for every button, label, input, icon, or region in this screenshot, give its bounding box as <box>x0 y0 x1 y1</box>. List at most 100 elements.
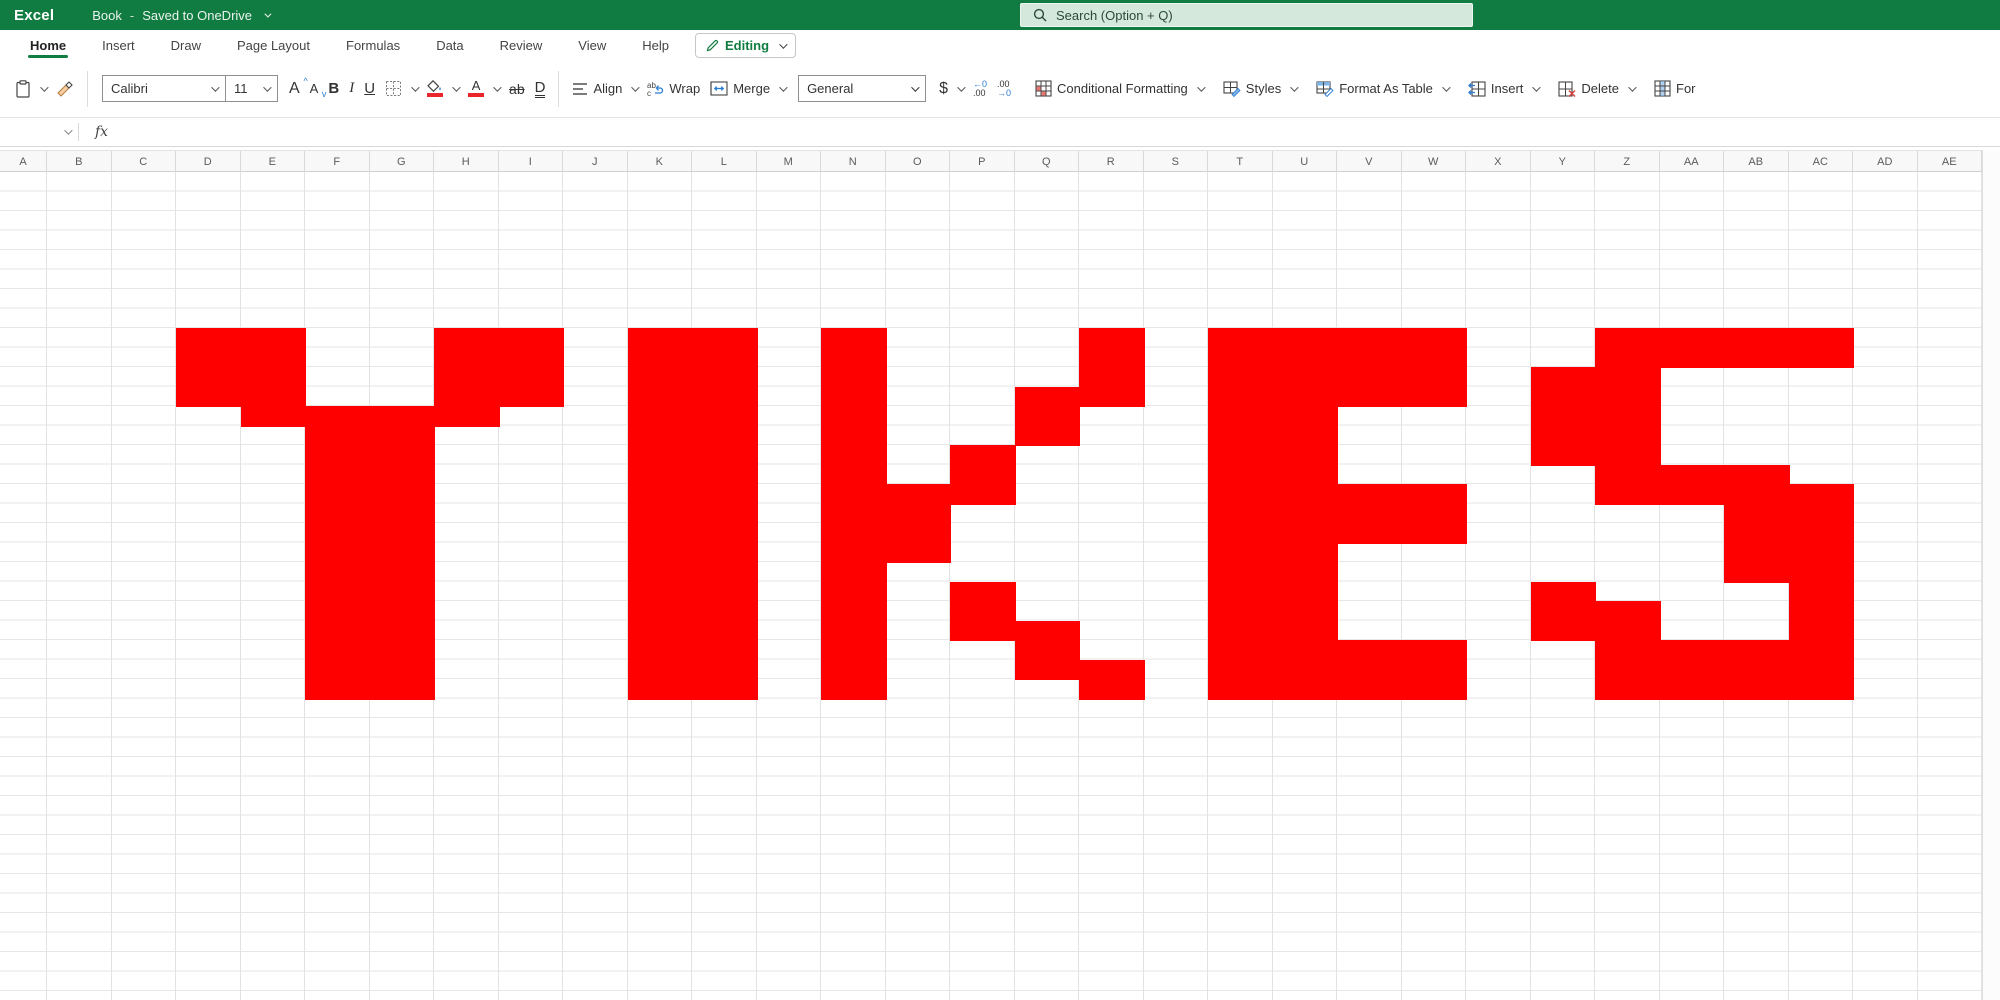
chevron-down-icon[interactable] <box>1197 83 1205 91</box>
filled-cell-AB25-AB27[interactable] <box>1724 640 1790 700</box>
filled-cell-D9-D12[interactable] <box>176 328 242 407</box>
filled-cell-W17-W19[interactable] <box>1402 484 1468 544</box>
column-header-D[interactable]: D <box>176 151 241 172</box>
chevron-down-icon[interactable] <box>264 10 271 17</box>
column-header-H[interactable]: H <box>434 151 499 172</box>
borders-button[interactable] <box>380 76 422 101</box>
number-format-select[interactable]: General <box>798 75 926 102</box>
search-input[interactable]: Search (Option + Q) <box>1020 3 1473 27</box>
chevron-down-icon[interactable] <box>1442 83 1450 91</box>
filled-cell-P22-P24[interactable] <box>950 582 1016 642</box>
filled-cell-V25-V27[interactable] <box>1337 640 1403 700</box>
filled-cell-AB9-AB10[interactable] <box>1724 328 1790 368</box>
column-header-U[interactable]: U <box>1273 151 1338 172</box>
filled-cell-E9-E13[interactable] <box>241 328 307 427</box>
column-header-X[interactable]: X <box>1466 151 1531 172</box>
chevron-down-icon[interactable] <box>452 83 460 91</box>
column-header-AD[interactable]: AD <box>1853 151 1918 172</box>
filled-cell-V17-V19[interactable] <box>1337 484 1403 544</box>
format-button[interactable]: For <box>1649 76 1701 101</box>
column-header-I[interactable]: I <box>499 151 564 172</box>
align-button[interactable]: Align <box>567 77 642 100</box>
chevron-down-icon[interactable] <box>493 83 501 91</box>
filled-cell-Z23-Z27[interactable] <box>1595 601 1661 700</box>
column-header-K[interactable]: K <box>628 151 693 172</box>
filled-cell-AB16-AB21[interactable] <box>1724 465 1790 583</box>
filled-cell-U9-U27[interactable] <box>1273 328 1339 700</box>
cell-grid[interactable] <box>0 172 1982 1000</box>
filled-cell-O17-O20[interactable] <box>886 484 952 563</box>
column-header-AA[interactable]: AA <box>1660 151 1725 172</box>
tab-home[interactable]: Home <box>28 30 68 60</box>
tab-view[interactable]: View <box>576 30 608 60</box>
tab-help[interactable]: Help <box>640 30 671 60</box>
editing-mode-button[interactable]: Editing <box>695 33 796 58</box>
filled-cell-Q24-Q26[interactable] <box>1015 621 1081 681</box>
conditional-formatting-button[interactable]: Conditional Formatting <box>1030 76 1208 101</box>
filled-cell-P15-P17[interactable] <box>950 445 1016 505</box>
column-header-AB[interactable]: AB <box>1724 151 1789 172</box>
column-header-AC[interactable]: AC <box>1789 151 1854 172</box>
tab-draw[interactable]: Draw <box>169 30 203 60</box>
tab-data[interactable]: Data <box>434 30 465 60</box>
filled-cell-T9-T27[interactable] <box>1208 328 1274 700</box>
wrap-text-button[interactable]: abc Wrap <box>642 77 705 101</box>
column-header-O[interactable]: O <box>886 151 951 172</box>
chevron-down-icon[interactable] <box>411 83 419 91</box>
column-header-V[interactable]: V <box>1337 151 1402 172</box>
filled-cell-AA16-AA17[interactable] <box>1660 465 1726 505</box>
underline-button[interactable]: U <box>359 76 380 101</box>
filled-cell-F13-F27[interactable] <box>305 406 371 700</box>
tab-insert[interactable]: Insert <box>100 30 137 60</box>
column-header-J[interactable]: J <box>563 151 628 172</box>
column-header-F[interactable]: F <box>305 151 370 172</box>
column-header-B[interactable]: B <box>47 151 112 172</box>
column-header-E[interactable]: E <box>241 151 306 172</box>
tab-review[interactable]: Review <box>498 30 545 60</box>
filled-cell-AC9-AC10[interactable] <box>1789 328 1855 368</box>
format-as-table-button[interactable]: Format As Table <box>1311 76 1453 101</box>
column-header-N[interactable]: N <box>821 151 886 172</box>
chevron-down-icon[interactable] <box>779 83 787 91</box>
fx-icon[interactable]: fx <box>79 124 122 140</box>
filled-cell-K9-K27[interactable] <box>628 328 694 700</box>
paste-button[interactable] <box>10 76 51 102</box>
chevron-down-icon[interactable] <box>40 83 48 91</box>
filled-cell-G13-G27[interactable] <box>370 406 436 700</box>
chevron-down-icon[interactable] <box>1628 83 1636 91</box>
font-name-select[interactable]: Calibri <box>103 76 225 101</box>
column-header-Y[interactable]: Y <box>1531 151 1596 172</box>
formula-input[interactable] <box>122 118 2000 146</box>
document-name[interactable]: Book <box>92 8 122 23</box>
chevron-down-icon[interactable] <box>1533 83 1541 91</box>
format-painter-button[interactable] <box>51 76 79 102</box>
italic-button[interactable]: I <box>344 76 359 101</box>
filled-cell-R26-R27[interactable] <box>1079 660 1145 700</box>
save-status[interactable]: Saved to OneDrive <box>142 8 252 23</box>
fill-color-button[interactable] <box>422 76 463 101</box>
column-header-W[interactable]: W <box>1402 151 1467 172</box>
name-box[interactable] <box>0 118 78 146</box>
filled-cell-AA25-AA27[interactable] <box>1660 640 1726 700</box>
filled-cell-H9-H13[interactable] <box>434 328 500 427</box>
column-header-L[interactable]: L <box>692 151 757 172</box>
filled-cell-N9-N27[interactable] <box>821 328 887 700</box>
currency-format-button[interactable]: $ <box>934 76 968 102</box>
tab-page-layout[interactable]: Page Layout <box>235 30 312 60</box>
increase-font-button[interactable]: A^ <box>284 76 305 102</box>
filled-cell-Y22-Y24[interactable] <box>1531 582 1597 642</box>
filled-cell-I9-I12[interactable] <box>499 328 565 407</box>
filled-cell-V9-V12[interactable] <box>1337 328 1403 407</box>
insert-cells-button[interactable]: Insert <box>1463 77 1544 101</box>
chevron-down-icon[interactable] <box>64 126 72 134</box>
column-header-P[interactable]: P <box>950 151 1015 172</box>
column-header-C[interactable]: C <box>112 151 177 172</box>
font-color-button[interactable]: A <box>463 76 504 101</box>
filled-cell-AA9-AA10[interactable] <box>1660 328 1726 368</box>
filled-cell-Y11-Y15[interactable] <box>1531 367 1597 466</box>
double-underline-button[interactable]: D <box>530 76 551 102</box>
filled-cell-R9-R12[interactable] <box>1079 328 1145 407</box>
chevron-down-icon[interactable] <box>957 83 965 91</box>
cell-styles-button[interactable]: Styles <box>1218 76 1301 101</box>
vertical-scrollbar[interactable] <box>1982 150 2000 1000</box>
